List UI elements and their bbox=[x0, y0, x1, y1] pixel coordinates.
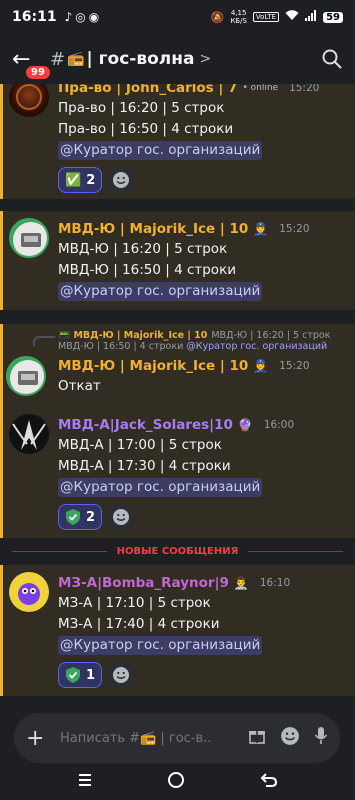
message-item[interactable]: 📟 МВД-Ю | Majorik_Ice | 10 МВД-Ю | 16:20… bbox=[0, 324, 355, 407]
check-box-icon: ✅ bbox=[65, 172, 82, 188]
gift-icon[interactable] bbox=[248, 727, 266, 749]
timestamp: 15:20 bbox=[289, 84, 320, 94]
role-mention[interactable]: @Куратор гос. организаций bbox=[58, 478, 263, 497]
notification-icons: ♪◎◉ bbox=[64, 10, 103, 24]
police-icon: 👮 bbox=[253, 222, 269, 236]
mute-icon: 🔕 bbox=[210, 10, 225, 24]
search-icon bbox=[322, 49, 342, 69]
message-composer: + bbox=[14, 713, 340, 763]
chevron-right-icon[interactable]: > bbox=[199, 51, 211, 67]
home-button[interactable] bbox=[167, 771, 185, 793]
message-line: Откат bbox=[58, 378, 101, 394]
avatar[interactable] bbox=[9, 414, 49, 454]
message-line: МВД-Ю | 16:50 | 4 строки bbox=[58, 262, 236, 278]
timestamp: 16:00 bbox=[263, 419, 295, 431]
new-messages-divider: НОВЫЕ СООБЩЕНИЯ bbox=[0, 546, 355, 557]
reply-preview[interactable]: 📟 МВД-Ю | Majorik_Ice | 10 МВД-Ю | 16:20… bbox=[58, 330, 343, 341]
smiley-icon bbox=[113, 667, 130, 683]
reply-text: МВД-Ю | 16:20 | 5 строк bbox=[211, 330, 331, 341]
reactions: 2 bbox=[58, 504, 343, 530]
back-arrow-icon bbox=[260, 773, 277, 787]
doctor-icon: 👨‍⚕️ bbox=[233, 576, 249, 590]
message-line: МЗ-А | 17:40 | 4 строки bbox=[58, 616, 220, 632]
reaction-shield[interactable]: 1 bbox=[58, 662, 103, 688]
volte-badge: VoLTE bbox=[252, 12, 280, 22]
system-nav-bar bbox=[0, 764, 355, 800]
reaction-check[interactable]: ✅ 2 bbox=[58, 167, 103, 193]
status-bar: 16:11 ♪◎◉ 🔕 4,15 КБ/S VoLTE 59 bbox=[0, 0, 355, 34]
timestamp: 15:20 bbox=[279, 360, 310, 372]
role-tag: • online bbox=[242, 84, 279, 93]
reply-connector bbox=[33, 336, 55, 346]
crystal-icon: 🔮 bbox=[237, 418, 253, 432]
menu-lines-icon bbox=[79, 774, 92, 786]
message-item[interactable]: МЗ-А|Bomba_Raynor|9 👨‍⚕️ 16:10 МЗ-А | 17… bbox=[0, 565, 355, 696]
add-reaction-button[interactable] bbox=[108, 504, 135, 530]
channel-name[interactable]: | гос-волна bbox=[87, 49, 195, 69]
message-line: МЗ-А | 17:10 | 5 строк bbox=[58, 595, 211, 611]
role-mention[interactable]: @Куратор гос. организаций bbox=[58, 141, 263, 160]
wifi-icon bbox=[285, 10, 299, 24]
reply-avatar: 📟 bbox=[58, 330, 71, 341]
emoji-icon[interactable] bbox=[280, 726, 300, 750]
timestamp: 15:20 bbox=[279, 223, 310, 235]
radio-icon: 📻 bbox=[67, 51, 85, 67]
back-button[interactable]: ← 99 bbox=[12, 44, 52, 81]
reply-author: МВД-Ю | Majorik_Ice | 10 bbox=[73, 330, 208, 341]
status-icons: 🔕 4,15 КБ/S VoLTE 59 bbox=[211, 9, 343, 25]
reaction-count: 2 bbox=[86, 509, 96, 525]
message-line: МВД-А | 17:30 | 4 строки bbox=[58, 458, 231, 474]
reactions: 1 bbox=[58, 662, 343, 688]
police-icon: 👮 bbox=[253, 359, 269, 373]
battery-icon: 59 bbox=[323, 11, 343, 23]
smiley-icon bbox=[113, 172, 130, 188]
signal-icon bbox=[305, 10, 317, 24]
message-line: Пра-во | 16:50 | 4 строки bbox=[58, 121, 234, 137]
message-line: Пра-во | 16:20 | 5 строк bbox=[58, 100, 225, 116]
message-item[interactable]: Пра-во | John_Carlos | 7 • online 15:20 … bbox=[0, 84, 355, 199]
message-author[interactable]: Пра-во | John_Carlos | 7 bbox=[58, 84, 237, 96]
message-author[interactable]: МЗ-А|Bomba_Raynor|9 bbox=[58, 575, 229, 591]
network-speed: 4,15 КБ/S bbox=[230, 9, 247, 25]
unread-badge: 99 bbox=[24, 64, 52, 81]
recents-button[interactable] bbox=[77, 772, 93, 792]
plus-icon[interactable]: + bbox=[26, 726, 48, 751]
avatar[interactable] bbox=[9, 572, 49, 612]
message-author[interactable]: МВД-Ю | Majorik_Ice | 10 bbox=[58, 221, 248, 237]
message-input[interactable] bbox=[60, 730, 210, 746]
shield-check-icon bbox=[66, 509, 80, 525]
reply-text-line2: МВД-Ю | 16:50 | 4 строки bbox=[58, 341, 184, 352]
system-back-button[interactable] bbox=[260, 772, 278, 792]
reaction-count: 1 bbox=[86, 667, 96, 683]
avatar[interactable] bbox=[6, 356, 46, 396]
search-button[interactable] bbox=[321, 48, 343, 70]
reaction-count: 2 bbox=[86, 172, 96, 188]
reactions: ✅ 2 bbox=[58, 167, 343, 193]
shield-check-icon bbox=[66, 667, 80, 683]
message-author[interactable]: МВД-А|Jack_Solares|10 bbox=[58, 417, 233, 433]
add-reaction-button[interactable] bbox=[108, 167, 135, 193]
channel-header: ← 99 # 📻 | гос-волна > bbox=[0, 34, 355, 84]
smiley-icon bbox=[113, 509, 130, 525]
message-line: МВД-А | 17:00 | 5 строк bbox=[58, 437, 222, 453]
message-author[interactable]: МВД-Ю | Majorik_Ice | 10 bbox=[58, 358, 248, 374]
timestamp: 16:10 bbox=[259, 577, 291, 589]
message-feed[interactable]: Пра-во | John_Carlos | 7 • online 15:20 … bbox=[0, 84, 355, 704]
message-item[interactable]: МВД-Ю | Majorik_Ice | 10 👮 15:20 МВД-Ю |… bbox=[0, 211, 355, 310]
reply-mention: @Куратор гос. организаций bbox=[186, 341, 328, 352]
microphone-icon[interactable] bbox=[314, 726, 328, 750]
role-mention[interactable]: @Куратор гос. организаций bbox=[58, 636, 263, 655]
hash-icon: # bbox=[50, 48, 66, 70]
reaction-shield[interactable]: 2 bbox=[58, 504, 103, 530]
message-item[interactable]: МВД-А|Jack_Solares|10 🔮 16:00 МВД-А | 17… bbox=[0, 407, 355, 538]
avatar[interactable] bbox=[9, 84, 49, 117]
message-line: МВД-Ю | 16:20 | 5 строк bbox=[58, 241, 228, 257]
add-reaction-button[interactable] bbox=[108, 662, 135, 688]
home-circle-icon bbox=[168, 772, 185, 788]
avatar[interactable] bbox=[9, 218, 49, 258]
role-mention[interactable]: @Куратор гос. организаций bbox=[58, 282, 263, 301]
clock: 16:11 bbox=[12, 9, 57, 25]
